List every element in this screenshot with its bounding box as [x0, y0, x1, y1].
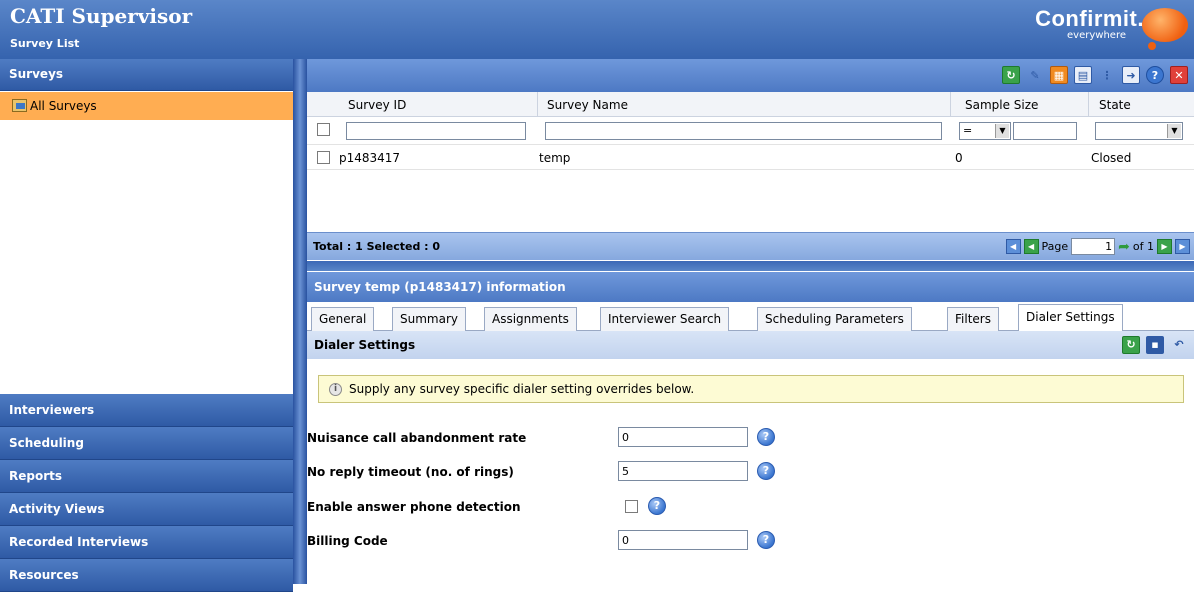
- save-icon[interactable]: ▪: [1146, 336, 1164, 354]
- section-divider[interactable]: [307, 261, 1194, 271]
- sidebar-section-reports[interactable]: Reports: [0, 460, 293, 493]
- state-filter-select[interactable]: ▼: [1095, 122, 1183, 140]
- help-icon[interactable]: ?: [757, 531, 775, 549]
- sidebar-section-interviewers[interactable]: Interviewers: [0, 394, 293, 427]
- answer-phone-detection-checkbox[interactable]: [625, 500, 638, 513]
- sidebar-section-activity-views[interactable]: Activity Views: [0, 493, 293, 526]
- tab-general[interactable]: General: [311, 307, 375, 331]
- refresh-icon[interactable]: ↻: [1002, 66, 1020, 84]
- column-header-state[interactable]: State: [1099, 98, 1131, 112]
- sidebar-item-all-surveys[interactable]: All Surveys: [0, 92, 293, 120]
- column-header-survey-name[interactable]: Survey Name: [547, 98, 628, 112]
- info-icon[interactable]: ⋮: [1098, 66, 1116, 84]
- help-icon[interactable]: ?: [648, 497, 666, 515]
- selection-summary: Total : 1 Selected : 0: [313, 240, 441, 253]
- chevron-down-icon: ▼: [995, 124, 1009, 138]
- no-reply-timeout-input[interactable]: [618, 461, 748, 481]
- undo-icon[interactable]: ↶: [1170, 336, 1188, 354]
- app-title: CATI Supervisor: [10, 4, 193, 28]
- pager: ◀ ◀ Page ➦ of 1 ▶ ▶: [1005, 238, 1190, 255]
- grid-filter-row: = ▼ ▼: [307, 117, 1194, 145]
- column-header-survey-id[interactable]: Survey ID: [348, 98, 406, 112]
- sidebar: Surveys All Surveys Interviewers Schedul…: [0, 59, 293, 592]
- sidebar-sections: Interviewers Scheduling Reports Activity…: [0, 394, 293, 592]
- survey-grid: Survey ID Survey Name Sample Size State …: [307, 92, 1194, 232]
- sample-size-operator-select[interactable]: = ▼: [959, 122, 1011, 140]
- speech-bubble-dot-icon: [1148, 42, 1156, 50]
- calendar-icon[interactable]: ▦: [1050, 66, 1068, 84]
- last-page-icon[interactable]: ▶: [1175, 239, 1190, 254]
- help-icon[interactable]: ?: [757, 428, 775, 446]
- cell-survey-id: p1483417: [339, 151, 401, 165]
- tab-summary[interactable]: Summary: [392, 307, 466, 331]
- tab-scheduling-parameters[interactable]: Scheduling Parameters: [757, 307, 912, 331]
- page-subtitle: Survey List: [10, 37, 80, 50]
- tab-dialer-settings[interactable]: Dialer Settings: [1018, 304, 1123, 331]
- select-all-checkbox[interactable]: [317, 123, 330, 136]
- nuisance-rate-label: Nuisance call abandonment rate: [307, 431, 527, 445]
- no-reply-timeout-label: No reply timeout (no. of rings): [307, 465, 514, 479]
- main-panel: ↻ ✎ ▦ ▤ ⋮ ➜ ? ✕ Survey ID Survey Name Sa…: [307, 59, 1194, 584]
- refresh-icon[interactable]: ↻: [1122, 336, 1140, 354]
- sidebar-item-label: All Surveys: [30, 99, 97, 113]
- info-tabs: General Summary Assignments Interviewer …: [307, 302, 1194, 331]
- brand-logo: Confirmit. everywhere: [1035, 6, 1144, 41]
- first-page-icon[interactable]: ◀: [1005, 239, 1021, 254]
- folder-icon: [12, 99, 27, 112]
- cell-state: Closed: [1091, 151, 1132, 165]
- grid-footer: Total : 1 Selected : 0 ◀ ◀ Page ➦ of 1 ▶…: [307, 232, 1194, 260]
- brand-name: Confirmit.: [1035, 6, 1144, 31]
- previous-page-icon[interactable]: ◀: [1023, 239, 1039, 254]
- sample-size-filter-input[interactable]: [1013, 122, 1077, 140]
- app-header: CATI Supervisor Survey List Confirmit. e…: [0, 0, 1194, 59]
- speech-bubble-icon: [1142, 8, 1188, 42]
- next-page-icon[interactable]: ▶: [1157, 239, 1172, 254]
- info-icon: i: [329, 383, 342, 396]
- sidebar-section-scheduling[interactable]: Scheduling: [0, 427, 293, 460]
- section-title: Dialer Settings ↻ ▪ ↶: [307, 331, 1194, 359]
- sidebar-section-resources[interactable]: Resources: [0, 559, 293, 592]
- grid-header-row: Survey ID Survey Name Sample Size State: [307, 92, 1194, 117]
- grid-toolbar: ↻ ✎ ▦ ▤ ⋮ ➜ ? ✕: [307, 59, 1194, 92]
- sidebar-section-recorded-interviews[interactable]: Recorded Interviews: [0, 526, 293, 559]
- close-icon[interactable]: ✕: [1170, 66, 1188, 84]
- eraser-icon[interactable]: ✎: [1026, 66, 1044, 84]
- sidebar-section-surveys[interactable]: Surveys: [0, 59, 293, 91]
- survey-name-filter-input[interactable]: [545, 122, 942, 140]
- survey-id-filter-input[interactable]: [346, 122, 526, 140]
- table-row[interactable]: p1483417 temp 0 Closed: [307, 145, 1194, 170]
- info-notice: i Supply any survey specific dialer sett…: [318, 375, 1184, 403]
- billing-code-input[interactable]: [618, 530, 748, 550]
- tab-assignments[interactable]: Assignments: [484, 307, 577, 331]
- go-arrow-icon[interactable]: ➦: [1118, 239, 1130, 255]
- chevron-down-icon: ▼: [1167, 124, 1181, 138]
- cell-survey-name: temp: [539, 151, 571, 165]
- help-icon[interactable]: ?: [1146, 66, 1164, 84]
- cell-sample-size: 0: [955, 151, 963, 165]
- column-header-sample-size[interactable]: Sample Size: [965, 98, 1038, 112]
- panel-splitter[interactable]: [293, 59, 307, 584]
- page-number-input[interactable]: [1071, 238, 1116, 255]
- forward-icon[interactable]: ➜: [1122, 66, 1140, 84]
- nuisance-rate-input[interactable]: [618, 427, 748, 447]
- answer-phone-detection-label: Enable answer phone detection: [307, 500, 521, 514]
- export-icon[interactable]: ▤: [1074, 66, 1092, 84]
- page-label: Page: [1041, 240, 1069, 253]
- tab-interviewer-search[interactable]: Interviewer Search: [600, 307, 730, 331]
- survey-info-title: Survey temp (p1483417) information: [307, 272, 1194, 302]
- page-count-label: of 1: [1132, 240, 1154, 253]
- help-icon[interactable]: ?: [757, 462, 775, 480]
- billing-code-label: Billing Code: [307, 534, 388, 548]
- tab-filters[interactable]: Filters: [947, 307, 999, 331]
- row-checkbox[interactable]: [317, 151, 330, 164]
